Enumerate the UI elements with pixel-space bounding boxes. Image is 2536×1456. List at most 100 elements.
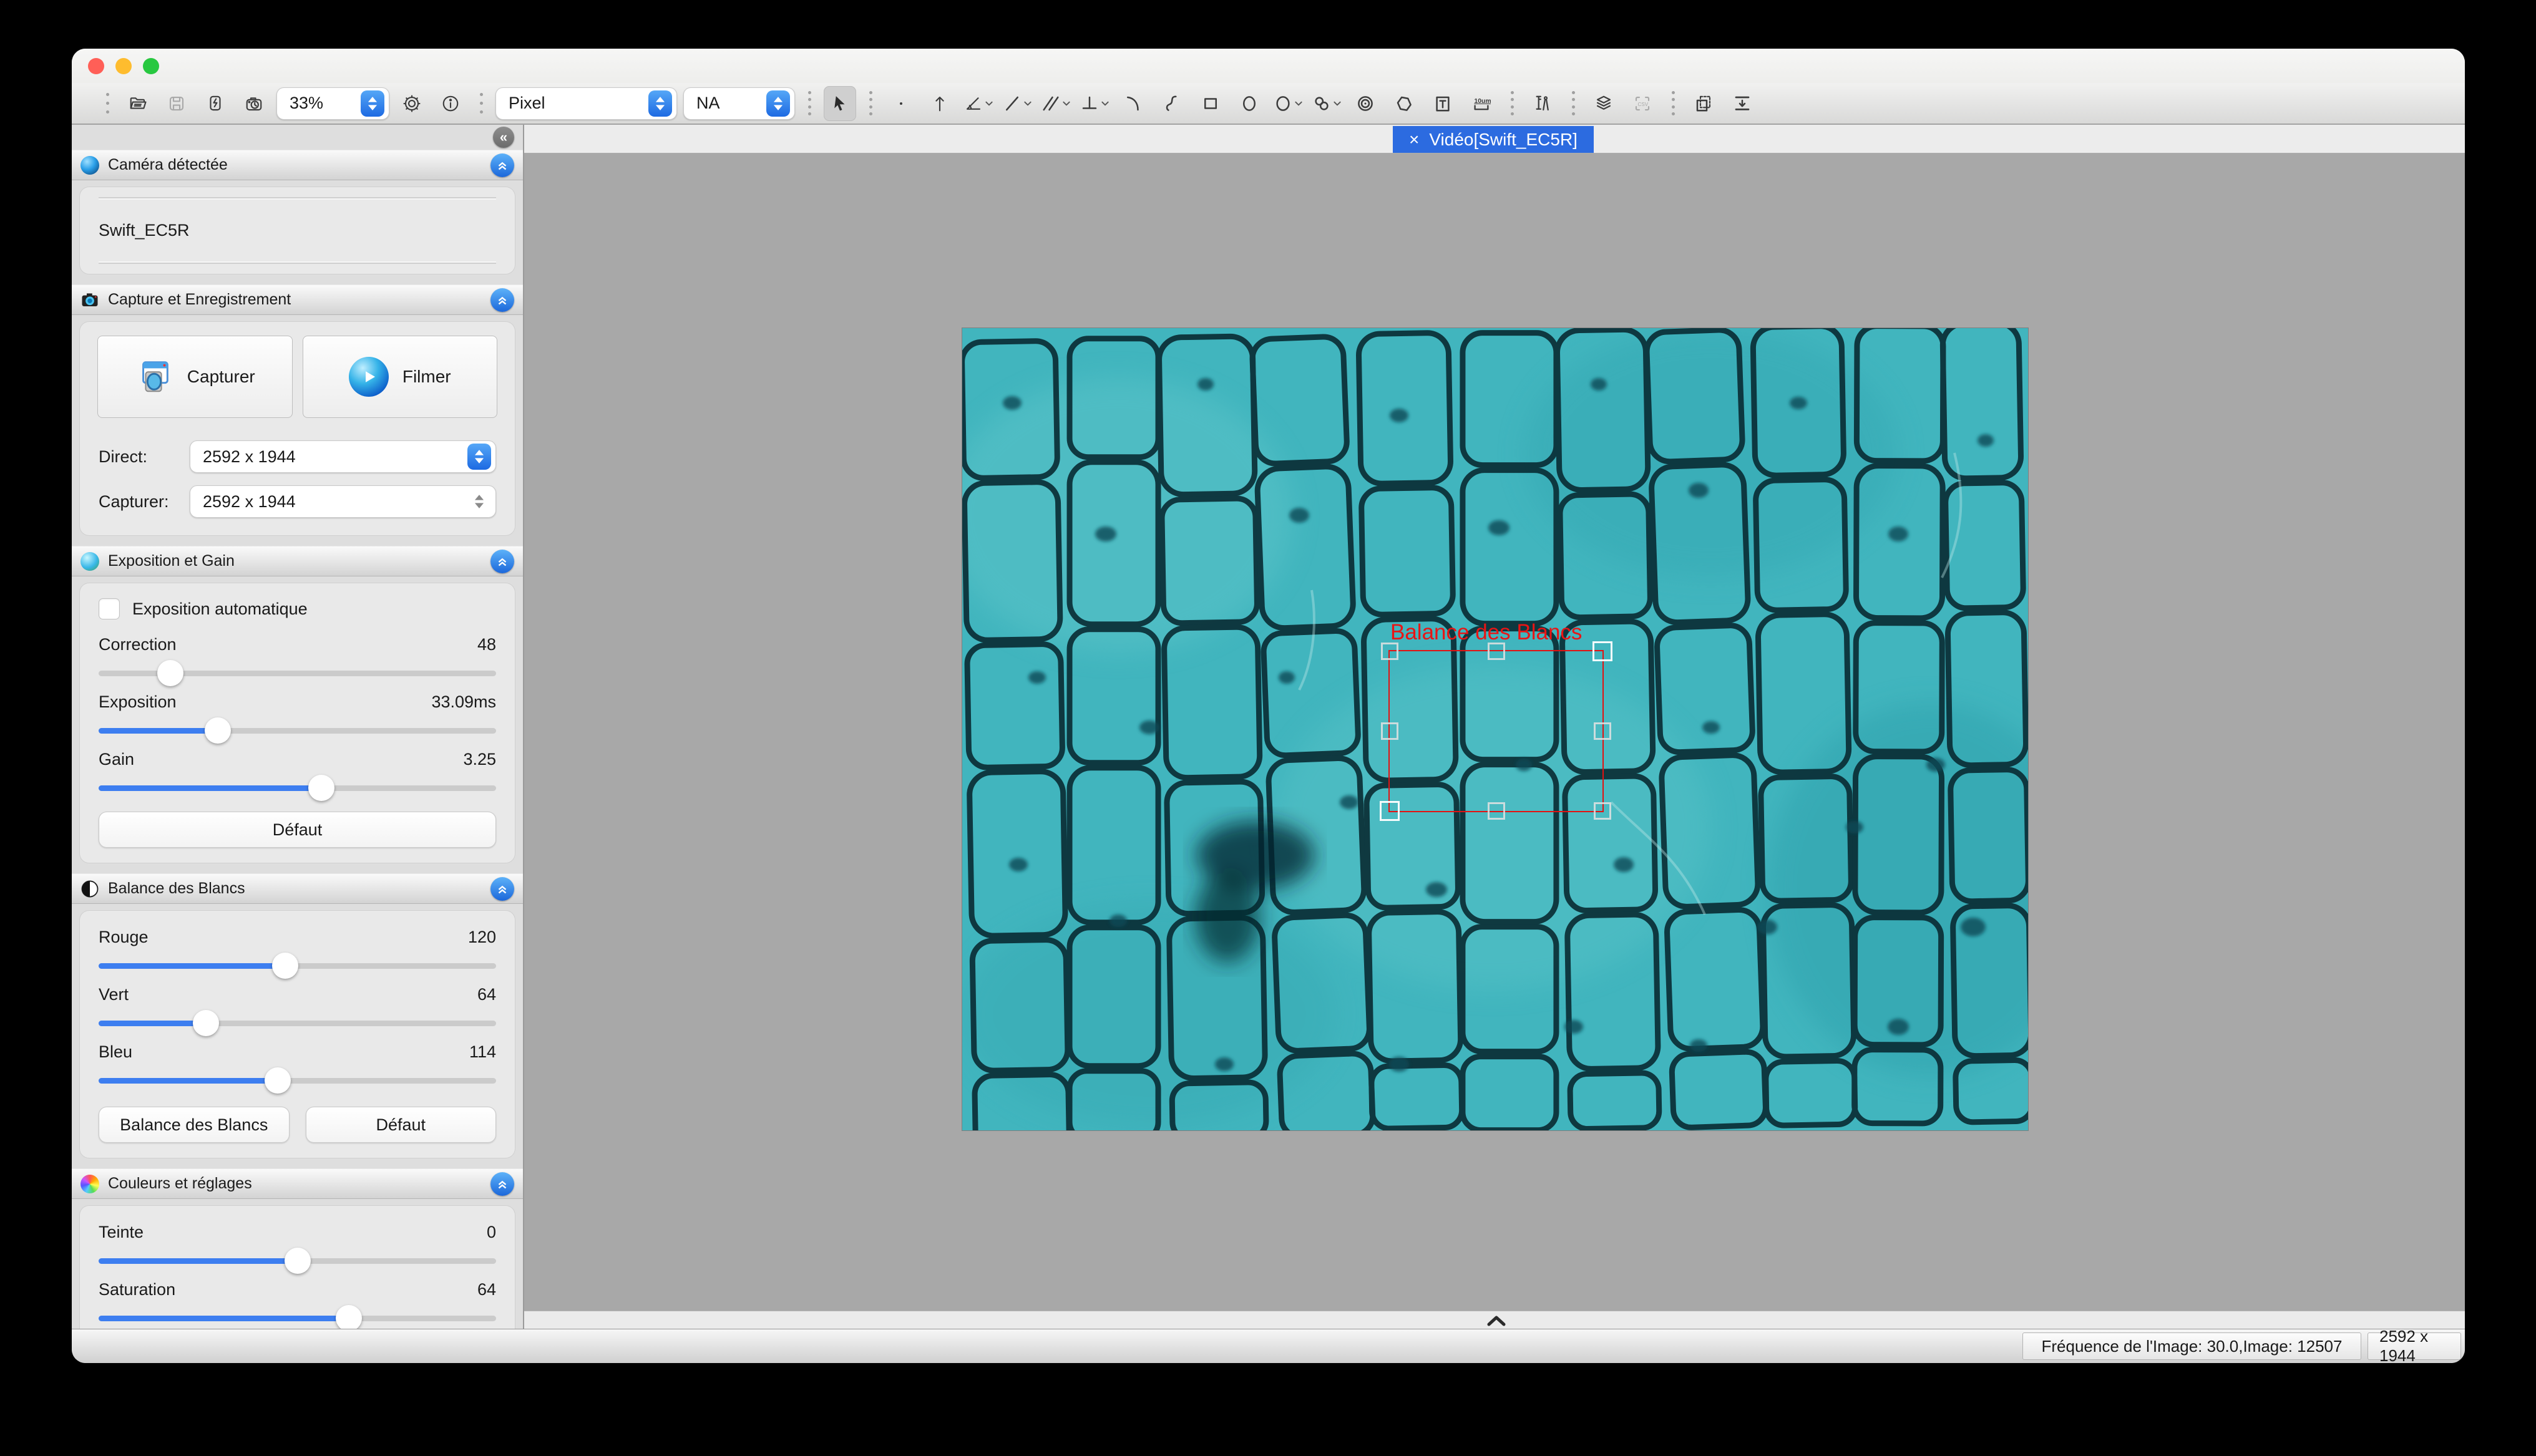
capture-button[interactable]: Capturer bbox=[97, 336, 293, 418]
circle-tool-button[interactable] bbox=[1272, 86, 1304, 121]
chevron-up-icon[interactable] bbox=[1484, 1314, 1509, 1327]
calibrate-tool-button[interactable] bbox=[1526, 86, 1559, 121]
linked-circles-tool-button[interactable] bbox=[1310, 86, 1343, 121]
collapse-sidebar-button[interactable]: « bbox=[493, 127, 514, 148]
concentric-circles-tool-button[interactable] bbox=[1349, 86, 1382, 121]
content: « Caméra détectée Swift_EC5R Capture et … bbox=[72, 125, 2465, 1329]
slider-thumb[interactable] bbox=[336, 1305, 362, 1329]
info-button[interactable] bbox=[434, 86, 467, 121]
scalebar-tool-button[interactable]: 10um bbox=[1465, 86, 1498, 121]
slider-thumb[interactable] bbox=[205, 717, 231, 744]
polygon-tool-button[interactable] bbox=[1388, 86, 1420, 121]
panel-title: Capture et Enregistrement bbox=[108, 291, 482, 309]
green-slider[interactable] bbox=[99, 1009, 496, 1037]
panel-collapse-button[interactable] bbox=[490, 877, 514, 901]
panel-header-camera[interactable]: Caméra détectée bbox=[72, 150, 523, 180]
slider-thumb[interactable] bbox=[272, 953, 298, 979]
panel-header-capture[interactable]: Capture et Enregistrement bbox=[72, 284, 523, 315]
parallel-lines-tool-button[interactable] bbox=[1040, 86, 1072, 121]
settings-button[interactable] bbox=[396, 86, 428, 121]
info-icon bbox=[441, 94, 460, 113]
na-select[interactable]: NA bbox=[683, 87, 795, 120]
select-tool-button[interactable] bbox=[824, 86, 856, 121]
correction-slider[interactable] bbox=[99, 659, 496, 687]
panel-collapse-button[interactable] bbox=[490, 550, 514, 573]
curve-tool-button[interactable] bbox=[1156, 86, 1188, 121]
bottom-collapse-strip[interactable] bbox=[524, 1311, 2465, 1329]
slider-thumb[interactable] bbox=[193, 1010, 219, 1036]
panel-capture: Capture et Enregistrement Capturer Filme… bbox=[72, 284, 523, 536]
white-balance-default-button[interactable]: Défaut bbox=[306, 1107, 497, 1143]
timed-capture-button[interactable] bbox=[238, 86, 270, 121]
scalebar-text: 10um bbox=[1474, 97, 1491, 104]
exposure-default-button[interactable]: Défaut bbox=[99, 812, 496, 848]
open-file-button[interactable] bbox=[122, 86, 154, 121]
direct-resolution-select[interactable]: 2592 x 1944 bbox=[190, 440, 496, 473]
line-icon bbox=[1003, 94, 1022, 113]
point-tool-button[interactable] bbox=[885, 86, 917, 121]
zoom-window-button[interactable] bbox=[143, 58, 159, 74]
panel-collapse-button[interactable] bbox=[490, 288, 514, 312]
panel-collapse-button[interactable] bbox=[490, 1172, 514, 1196]
angle-tool-button[interactable] bbox=[962, 86, 995, 121]
layers-button[interactable] bbox=[1587, 86, 1620, 121]
csv-export-button[interactable]: CSV bbox=[1626, 86, 1659, 121]
roi-handle-top-right[interactable] bbox=[1592, 641, 1612, 661]
white-balance-roi[interactable] bbox=[1388, 650, 1604, 812]
roi-handle-bottom-center[interactable] bbox=[1488, 802, 1505, 820]
export-merge-button[interactable] bbox=[1726, 86, 1758, 121]
direct-resolution-value: 2592 x 1944 bbox=[203, 447, 459, 467]
line-tool-button[interactable] bbox=[1001, 86, 1033, 121]
hue-slider[interactable] bbox=[99, 1247, 496, 1274]
tab-video[interactable]: × Vidéo[Swift_EC5R] bbox=[1393, 126, 1594, 153]
roi-handle-mid-right[interactable] bbox=[1594, 722, 1611, 740]
camera-icon bbox=[80, 291, 99, 309]
roi-handle-top-center[interactable] bbox=[1488, 643, 1505, 660]
rectangle-tool-button[interactable] bbox=[1194, 86, 1227, 121]
panel-header-white-balance[interactable]: Balance des Blancs bbox=[72, 873, 523, 904]
tab-close-icon[interactable]: × bbox=[1409, 130, 1419, 150]
ellipse-tool-button[interactable] bbox=[1233, 86, 1266, 121]
roi-handle-bottom-right[interactable] bbox=[1594, 802, 1611, 820]
white-balance-button[interactable]: Balance des Blancs bbox=[99, 1107, 290, 1143]
record-button[interactable]: Filmer bbox=[303, 336, 498, 418]
saturation-slider[interactable] bbox=[99, 1304, 496, 1329]
slider-thumb[interactable] bbox=[157, 660, 183, 686]
slider-thumb[interactable] bbox=[308, 775, 334, 801]
arrow-tool-button[interactable] bbox=[924, 86, 956, 121]
exposure-slider[interactable] bbox=[99, 717, 496, 744]
panel-header-colors[interactable]: Couleurs et réglages bbox=[72, 1168, 523, 1199]
red-slider[interactable] bbox=[99, 952, 496, 979]
chevron-down-icon bbox=[1294, 99, 1303, 108]
toolbar-separator bbox=[867, 87, 874, 120]
zoom-level-select[interactable]: 33% bbox=[276, 87, 389, 120]
perpendicular-tool-button[interactable] bbox=[1078, 86, 1111, 121]
slider-thumb[interactable] bbox=[265, 1067, 291, 1094]
text-tool-button[interactable] bbox=[1426, 86, 1459, 121]
auto-exposure-label: Exposition automatique bbox=[132, 599, 308, 619]
panel-collapse-button[interactable] bbox=[490, 153, 514, 177]
gain-slider[interactable] bbox=[99, 774, 496, 802]
roi-handle-top-left[interactable] bbox=[1381, 643, 1398, 660]
arc-tool-button[interactable] bbox=[1117, 86, 1149, 121]
camera-name[interactable]: Swift_EC5R bbox=[99, 198, 496, 263]
microscope-video-frame[interactable]: Balance des Blancs bbox=[962, 328, 2028, 1130]
layers-icon bbox=[1594, 94, 1613, 113]
capture-resolution-select[interactable]: 2592 x 1944 bbox=[190, 485, 496, 518]
panel-header-exposure[interactable]: Exposition et Gain bbox=[72, 546, 523, 576]
unit-select[interactable]: Pixel bbox=[495, 87, 677, 120]
panel-title: Balance des Blancs bbox=[108, 880, 482, 898]
chevron-down-icon bbox=[1333, 99, 1342, 108]
roi-handle-mid-left[interactable] bbox=[1381, 722, 1398, 740]
minimize-window-button[interactable] bbox=[115, 58, 132, 74]
duplicate-button[interactable] bbox=[1687, 86, 1720, 121]
flash-capture-button[interactable] bbox=[199, 86, 232, 121]
roi-handle-bottom-left[interactable] bbox=[1380, 801, 1400, 821]
auto-exposure-checkbox[interactable] bbox=[99, 598, 120, 619]
close-window-button[interactable] bbox=[88, 58, 104, 74]
slider-thumb[interactable] bbox=[285, 1248, 311, 1274]
blue-slider[interactable] bbox=[99, 1067, 496, 1094]
red-label: Rouge bbox=[99, 928, 149, 947]
video-canvas[interactable]: Balance des Blancs bbox=[524, 153, 2465, 1311]
save-button[interactable] bbox=[160, 86, 193, 121]
